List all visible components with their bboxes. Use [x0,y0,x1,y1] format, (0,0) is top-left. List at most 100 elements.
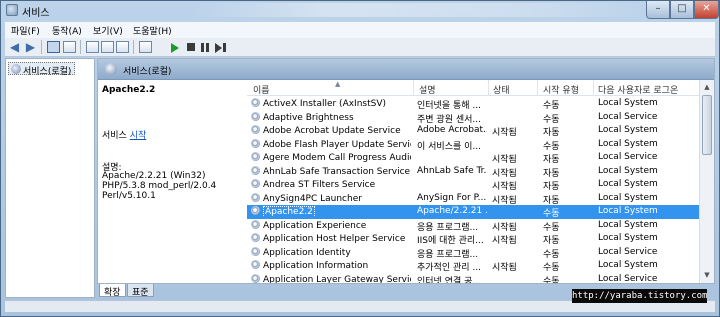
table-row[interactable]: Application Experience 응용 프로그램... 시작됨 수동 Loc… [247,219,699,233]
service-log-on-as: Local System [598,233,658,243]
menu-action[interactable]: 동작(A) [52,24,82,37]
table-row[interactable]: Adobe Flash Player Update Service 이 서비스를 … [247,138,699,152]
service-log-on-as: Local System [598,165,658,176]
service-name-cell: Agere Modem Call Progress Audio [251,152,411,163]
service-log-on-as: Local System [598,138,658,149]
service-status: 시작됨 [492,263,517,273]
service-gear-icon [251,246,260,256]
services-pane: 서비스(로컬) Apache2.2 서비스 시작 설명: Apache/2.2.… [97,58,715,284]
table-row[interactable]: Application Identity 응용 프로그램... 수동 Local Se… [247,246,699,260]
service-name: ActiveX Installer (AxInstSV) [263,99,387,109]
service-startup-type: 자동 [543,155,560,165]
pause-service-icon[interactable] [201,43,209,52]
column-divider[interactable] [593,80,594,96]
scroll-thumb[interactable] [702,95,712,155]
stop-service-icon[interactable] [187,43,195,51]
menu-file[interactable]: 파일(F) [11,24,40,37]
vertical-scrollbar[interactable]: ▲ ▼ [699,80,714,283]
service-description: 주변 광원 센서... [417,114,481,125]
tab-standard[interactable]: 표준 [127,284,154,298]
service-name-cell: Adobe Acrobat Update Service [251,125,411,136]
forward-icon[interactable]: ▶ [24,41,37,53]
tree-item-services-local[interactable]: 서비스(로컬) [8,62,76,77]
service-name-cell: Apache2.2 [251,206,411,217]
service-name-cell: ActiveX Installer (AxInstSV) [251,98,411,109]
toolbar-separator [80,40,81,54]
service-name: Agere Modem Call Progress Audio [263,153,411,163]
back-icon[interactable]: ◀ [8,41,21,53]
service-status: 시작됨 [492,236,517,246]
scroll-up-icon[interactable]: ▲ [701,81,713,94]
service-log-on-as: Local System [598,125,658,135]
services-gear-icon [11,64,21,74]
service-gear-icon [251,206,260,215]
service-name: Adobe Acrobat Update Service [263,126,401,136]
service-startup-type: 수동 [543,114,560,125]
close-button[interactable]: ✕ [694,1,719,19]
column-header-name[interactable]: 이름 ▲ [253,80,413,96]
service-gear-icon [251,192,260,202]
show-hide-tree-icon[interactable] [47,41,60,53]
service-name-cell: Application Host Helper Service [251,233,411,244]
tab-extended[interactable]: 확장 [99,284,126,298]
restart-service-icon[interactable] [215,43,222,53]
restart-service-bar-icon [223,43,226,52]
title-bar[interactable]: 서비스 – □ ✕ [1,1,719,19]
service-name: Application Identity [263,247,351,258]
service-startup-type: 자동 [543,236,560,246]
start-service-link[interactable]: 시작 [130,131,147,141]
table-row[interactable]: Adaptive Brightness 주변 광원 센서... 수동 Local Se… [247,111,699,125]
minimize-button[interactable]: – [646,1,670,19]
column-divider[interactable] [413,80,414,96]
table-row[interactable]: AnySign4PC Launcher AnySign For P... 시작됨 자동… [247,192,699,206]
column-header-description[interactable]: 설명 [419,83,436,96]
service-gear-icon [251,111,260,121]
help-icon[interactable] [116,41,129,53]
column-divider[interactable] [537,80,538,96]
watermark-text: http://yaraba.tistory.com [572,289,708,303]
start-prefix: 서비스 [102,131,130,141]
table-row[interactable]: ActiveX Installer (AxInstSV) 인터넷을 통해 ... 수… [247,97,699,111]
service-status: 시작됨 [492,128,517,138]
start-service-icon[interactable] [171,43,179,53]
table-row[interactable]: Adobe Acrobat Update Service Adobe Acroba… [247,124,699,138]
column-header-startup-type[interactable]: 시작 유형 [543,83,579,96]
refresh-icon[interactable] [101,41,114,53]
service-log-on-as: Local System [598,98,658,108]
table-row[interactable]: Application Layer Gateway Service 인터넷 연결 … [247,273,699,284]
table-row[interactable]: Agere Modem Call Progress Audio 시작됨 자동 Loca… [247,151,699,165]
table-row[interactable]: Application Information 추가적인 관리 ... 시작됨 수동 L… [247,259,699,273]
start-service-line: 서비스 시작 [102,128,146,141]
console-help-icon[interactable] [139,41,152,53]
export-list-icon[interactable] [86,41,99,53]
column-label: 이름 [253,86,270,96]
service-description: 인터넷 연결 공... [417,276,481,284]
service-description: 응용 프로그램... [417,222,479,233]
console-tree: 서비스(로컬) [5,58,95,298]
table-row[interactable]: Apache2.2 Apache/2.2.21 ... 수동 Local System [247,205,699,219]
scroll-down-icon[interactable]: ▼ [701,269,713,282]
menu-help[interactable]: 도움말(H) [133,24,172,37]
service-status: 시작됨 [492,195,517,206]
table-row[interactable]: Application Host Helper Service IIS에 대한 관… [247,232,699,246]
service-log-on-as: Local System [598,219,658,230]
service-startup-type: 자동 [543,182,560,192]
maximize-button[interactable]: □ [670,1,694,19]
service-description: IIS에 대한 관리... [417,236,484,246]
service-gear-icon [251,219,260,229]
column-header-status[interactable]: 상태 [493,83,510,96]
service-description: Adobe Acrobat... [417,125,487,135]
table-row[interactable]: Andrea ST Filters Service 시작됨 자동 Local Syst… [247,178,699,192]
selected-service-name: Apache2.2 [102,85,156,95]
service-log-on-as: Local System [598,192,658,203]
service-name: Adaptive Brightness [263,112,354,123]
column-header-log-on-as[interactable]: 다음 사용자로 로그온 [598,83,678,96]
properties-icon[interactable] [63,41,76,53]
service-status: 시작됨 [492,168,517,179]
service-gear-icon [251,165,260,175]
table-row[interactable]: AhnLab Safe Transaction Service AhnLab Sa… [247,165,699,179]
menu-view[interactable]: 보기(V) [93,24,123,37]
column-divider[interactable] [488,80,489,96]
list-header: 이름 ▲ 설명 상태 시작 유형 다음 사용자로 로그온 [247,80,699,96]
toolbar: ◀ ▶ [5,38,715,57]
